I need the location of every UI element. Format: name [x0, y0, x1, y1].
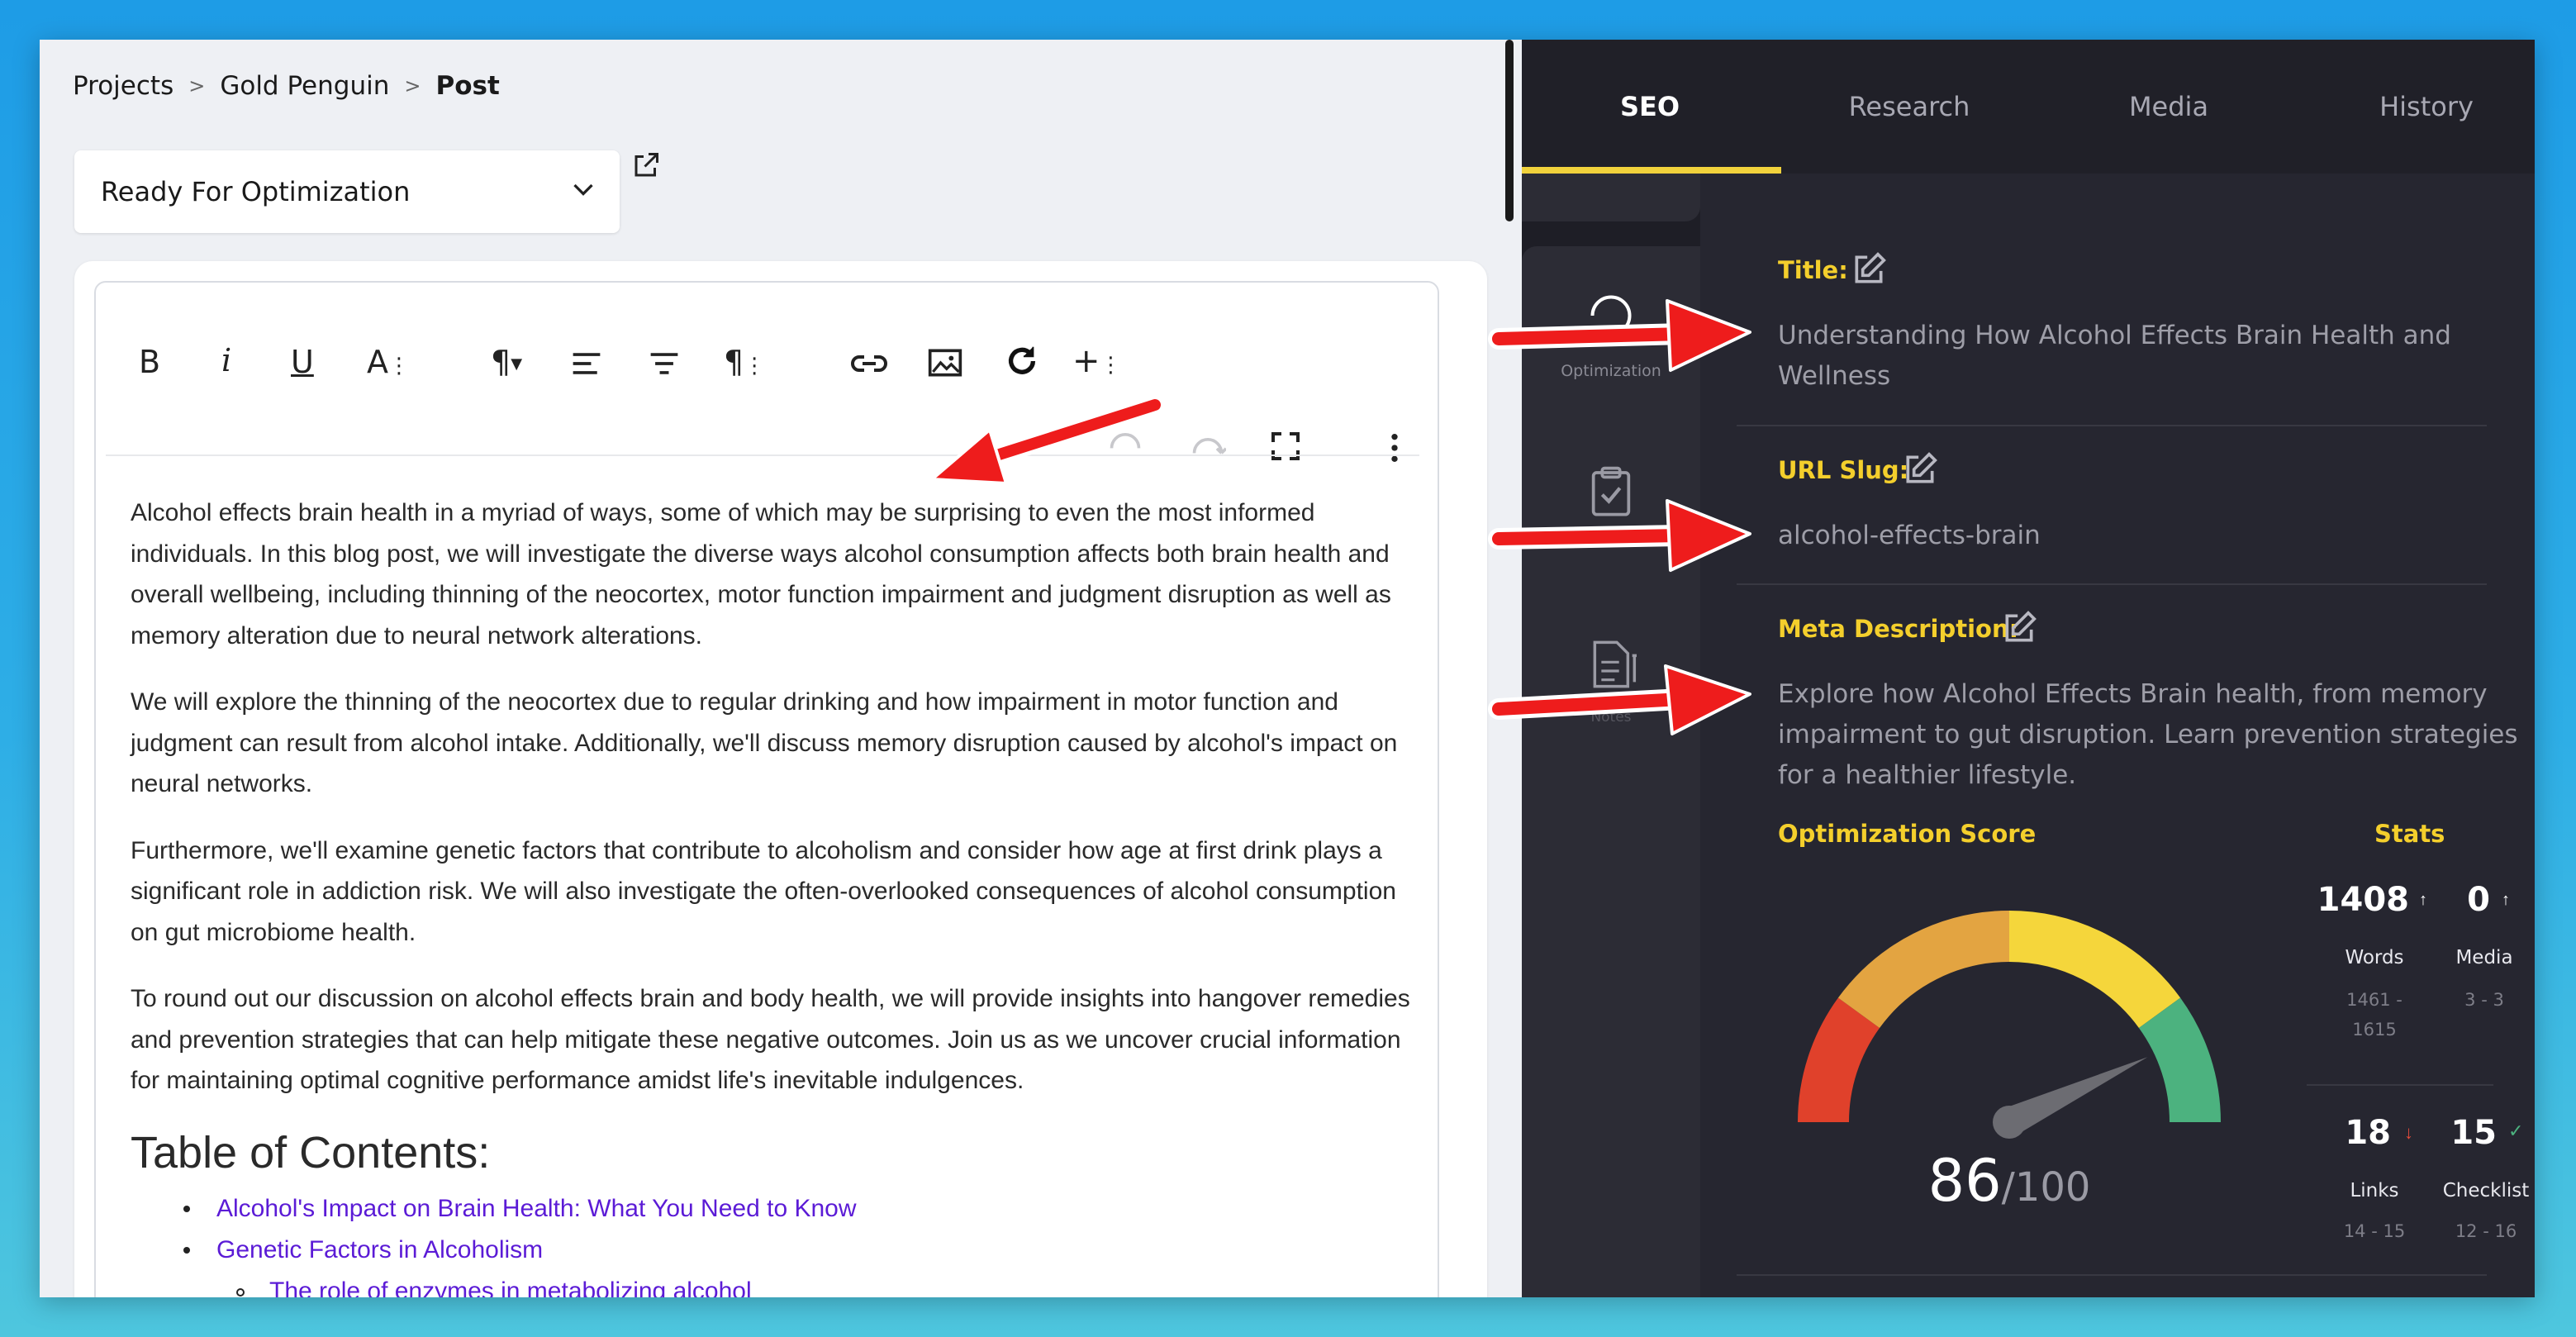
italic-icon[interactable]: i [221, 342, 231, 378]
status-value: Ready For Optimization [101, 176, 411, 207]
url-slug-value[interactable]: alcohol-effects-brain [1778, 516, 2041, 556]
redo-icon[interactable] [1003, 342, 1041, 380]
toc-heading: Table of Contents: [131, 1127, 491, 1178]
score-readout: 86/100 [1770, 1147, 2249, 1215]
toc-link[interactable]: The role of enzymes in metabolizing alco… [236, 1271, 1419, 1297]
meta-description-label: Meta Description: [1778, 615, 2019, 643]
toolbar-divider [106, 454, 1419, 456]
toc-link[interactable]: Genetic Factors in Alcoholism [183, 1230, 1419, 1271]
insert-more-icon[interactable]: +⋮ [1072, 342, 1122, 380]
media-range: 3 - 3 [2464, 990, 2504, 1010]
divider [1737, 583, 2487, 585]
divider [1737, 1274, 2487, 1276]
arrow-up-icon: ↑ [2502, 891, 2510, 909]
score-max: /100 [2001, 1164, 2091, 1211]
gauge-segment [1798, 997, 1880, 1123]
paragraph-format-icon[interactable]: ¶⋮ [724, 344, 765, 380]
edit-title-icon[interactable] [1851, 251, 1887, 288]
rail-label-optimization: Optimization [1561, 362, 1661, 380]
notes-icon[interactable] [1588, 638, 1646, 691]
divider [1737, 425, 2487, 426]
clipboard-check-icon[interactable] [1588, 466, 1634, 519]
meta-description-value[interactable]: Explore how Alcohol Effects Brain health… [1778, 674, 2521, 796]
toc-list: Alcohol's Impact on Brain Health: What Y… [131, 1188, 1419, 1297]
scrollbar[interactable] [1505, 40, 1514, 221]
title-value[interactable]: Understanding How Alcohol Effects Brain … [1778, 316, 2505, 397]
optimization-score-label: Optimization Score [1778, 820, 2037, 848]
font-size-icon[interactable]: A⋮ [367, 344, 410, 380]
tab-seo[interactable]: SEO [1522, 40, 1778, 174]
score-value: 86 [1927, 1147, 2002, 1215]
checklist-value: 15 [2450, 1114, 2497, 1152]
fullscreen-icon[interactable] [1269, 430, 1302, 463]
image-icon[interactable] [927, 345, 963, 380]
breadcrumb: Projects > Gold Penguin > Post [73, 71, 500, 101]
links-label: Links [2350, 1180, 2399, 1201]
seo-panel: SEO Research Media History Optimization … [1522, 40, 2535, 1297]
check-icon: ✓ [2508, 1121, 2524, 1141]
arrow-down-icon: ↓ [2404, 1122, 2413, 1143]
edit-meta-icon[interactable] [2001, 610, 2037, 646]
active-tab-indicator [1522, 167, 1781, 174]
rail-items: Optimization Notes [1522, 174, 1700, 1297]
gauge-hub [1993, 1106, 2026, 1139]
underline-icon[interactable]: U [291, 344, 314, 380]
gauge-segment [2008, 911, 2181, 1029]
words-range-max: 1615 [2352, 1020, 2397, 1040]
editor-content[interactable]: Alcohol effects brain health in a myriad… [131, 492, 1419, 1297]
align-center-icon[interactable] [646, 347, 682, 380]
toc-link[interactable]: Alcohol's Impact on Brain Health: What Y… [183, 1188, 1419, 1230]
words-label: Words [2345, 947, 2404, 968]
links-value: 18 [2345, 1114, 2391, 1152]
stats-label: Stats [2374, 820, 2445, 848]
rail-label-notes: Notes [1590, 709, 1632, 726]
links-range: 14 - 15 [2343, 1221, 2406, 1241]
tab-bar: SEO Research Media History [1522, 40, 2535, 174]
paragraph-icon[interactable]: ¶▼ [491, 344, 522, 380]
words-range-min: 1461 - [2346, 990, 2403, 1010]
paragraph: Furthermore, we'll examine genetic facto… [131, 836, 1396, 946]
url-slug-label: URL Slug: [1778, 456, 1909, 484]
optimization-icon[interactable] [1586, 291, 1636, 340]
checklist-label: Checklist [2442, 1180, 2530, 1201]
app-window: Projects > Gold Penguin > Post Ready For… [40, 40, 2535, 1297]
font-size-glyph: A [367, 344, 388, 380]
tab-history[interactable]: History [2298, 40, 2535, 174]
edit-slug-icon[interactable] [1902, 451, 1938, 488]
tab-media[interactable]: Media [2041, 40, 2297, 174]
media-value: 0 [2467, 881, 2490, 919]
chevron-right-icon: > [404, 74, 421, 98]
more-vertical-icon[interactable] [1388, 431, 1401, 464]
gauge-segment [1837, 911, 2010, 1029]
editor-pane: Projects > Gold Penguin > Post Ready For… [40, 40, 1522, 1297]
external-link-icon[interactable] [631, 150, 661, 180]
paragraph: We will explore the thinning of the neoc… [131, 688, 1398, 797]
arrow-up-icon: ↑ [2419, 891, 2427, 909]
align-left-icon[interactable] [568, 347, 605, 380]
chevron-down-icon [573, 183, 593, 196]
status-dropdown[interactable]: Ready For Optimization [74, 150, 620, 233]
breadcrumb-current: Post [435, 71, 500, 101]
breadcrumb-gold-penguin[interactable]: Gold Penguin [220, 71, 389, 101]
words-range: 1461 - 1615 [2308, 985, 2441, 1044]
breadcrumb-projects[interactable]: Projects [73, 71, 173, 101]
link-icon[interactable] [849, 347, 889, 380]
divider [2307, 1084, 2493, 1086]
words-value: 1408 [2317, 881, 2409, 919]
media-label: Media [2455, 947, 2513, 968]
bold-icon[interactable]: B [139, 344, 160, 380]
undo-icon[interactable] [1107, 430, 1143, 454]
tab-research[interactable]: Research [1781, 40, 2037, 174]
paragraph: Alcohol effects brain health in a myriad… [131, 499, 1391, 649]
title-label: Title: [1778, 256, 1848, 284]
paragraph: To round out our discussion on alcohol e… [131, 985, 1410, 1094]
gauge-segment [2138, 997, 2221, 1123]
chevron-right-icon: > [188, 74, 206, 98]
checklist-range: 12 - 16 [2455, 1221, 2517, 1241]
